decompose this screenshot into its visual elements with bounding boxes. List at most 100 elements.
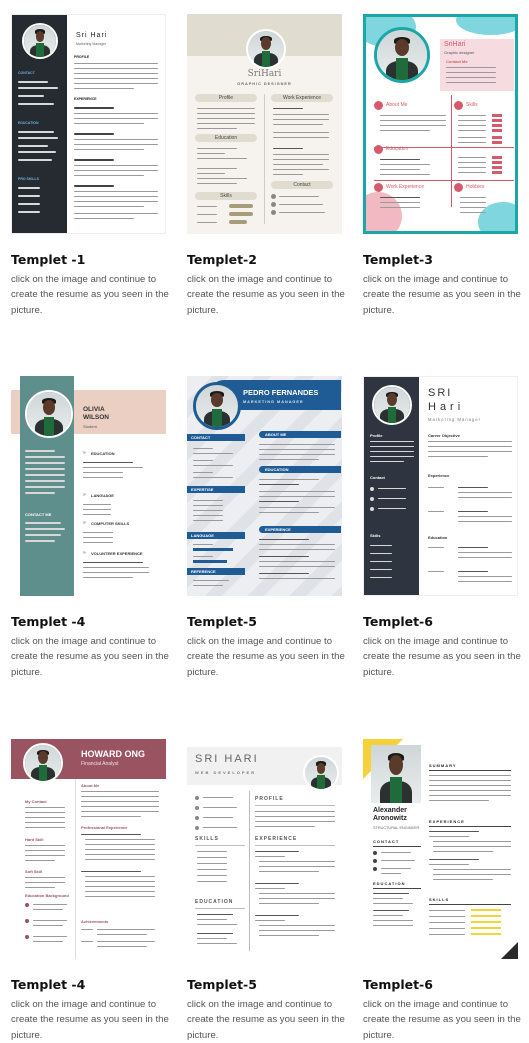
preview-side-heading: Skills [370, 533, 381, 538]
preview-section-heading: PROFILE [255, 796, 284, 802]
preview-side-heading: LANGUAGE [191, 533, 214, 538]
template-4-preview[interactable]: OLIVIA WILSON Student CONTACT ME » EDUCA… [11, 376, 166, 596]
preview-role: Marketing Manager [76, 42, 107, 46]
preview-role: GRAPHIC DESIGNER [237, 82, 292, 86]
preview-section-heading: EDUCATION [265, 467, 289, 472]
preview-first-name: SRI [428, 387, 453, 399]
preview-side-heading: Education Background [25, 893, 69, 898]
template-title: Templet-5 [187, 614, 257, 629]
preview-name: Sri Hari [76, 32, 108, 39]
avatar [303, 755, 339, 791]
preview-side-heading: EDUCATION [18, 121, 39, 125]
preview-section-heading: Work Experience [386, 184, 424, 190]
preview-section-heading: EDUCATION [91, 451, 115, 456]
preview-side-heading: Profile [370, 433, 383, 438]
template-description: click on the image and continue to creat… [187, 999, 345, 1041]
template-title: Templet-2 [187, 252, 257, 267]
avatar [25, 390, 73, 438]
preview-section-heading: Contact [293, 182, 311, 188]
preview-section-heading: SKILLS [429, 897, 450, 902]
preview-section-heading: Achievements [81, 919, 109, 924]
preview-section-heading: About Me [81, 783, 100, 788]
preview-section-heading: SUMMARY [429, 763, 457, 768]
preview-role: MARKETING MANAGER [243, 400, 304, 404]
preview-section-heading: Education [386, 146, 409, 152]
preview-section-heading: Contact Me [446, 59, 468, 64]
preview-section-heading: Professional Experience [81, 825, 128, 830]
preview-last-name: Hari [428, 401, 465, 413]
preview-side-heading: EXPERTISE [191, 487, 214, 492]
template-title: Templet -4 [11, 977, 86, 992]
preview-side-heading: PRO SKILLS [18, 177, 40, 181]
chevron-right-icon: » [83, 450, 86, 456]
preview-section-heading: EXPERIENCE [265, 527, 291, 532]
preview-side-heading: EDUCATION [373, 881, 406, 886]
template-description: click on the image and continue to creat… [363, 999, 521, 1041]
template-3-preview[interactable]: SriHari Graphic designer Contact Me Abou… [363, 14, 518, 234]
preview-role: Marketing Manager [428, 417, 482, 422]
preview-side-heading: REFERENCE [191, 569, 216, 574]
preview-side-heading: Hard Skill [25, 837, 44, 842]
preview-role: Student [83, 424, 97, 429]
preview-section-heading: About Me [386, 102, 408, 108]
avatar [22, 23, 58, 59]
template-title: Templet -1 [11, 252, 86, 267]
preview-side-heading: Contact [370, 475, 385, 480]
template-title: Templet-6 [363, 614, 433, 629]
chevron-right-icon: » [83, 520, 86, 526]
preview-role: Financial Analyst [81, 761, 119, 767]
preview-role: STRUCTURAL ENGINEER [373, 826, 420, 830]
template-description: click on the image and continue to creat… [187, 636, 345, 678]
template-9-preview[interactable]: Alexander Aronowitz STRUCTURAL ENGINEER … [363, 739, 518, 959]
preview-section-heading: EXPERIENCE [74, 97, 97, 101]
preview-side-heading: My Contact [25, 799, 47, 804]
preview-section-heading: EXPERIENCE [429, 819, 465, 824]
preview-name: PEDRO FERNANDES [243, 388, 319, 397]
template-6-preview[interactable]: SRI Hari Marketing Manager Profile Conta… [363, 376, 518, 596]
preview-section-heading: VOLUNTEER EXPERIENCE [91, 551, 143, 556]
chevron-right-icon: » [83, 492, 86, 498]
avatar [23, 743, 63, 783]
preview-side-heading: Soft Skill [25, 869, 43, 874]
preview-name: HOWARD ONG [81, 749, 145, 759]
preview-section-heading: Education [214, 135, 238, 141]
preview-name: SRI HARI [195, 753, 259, 765]
template-description: click on the image and continue to creat… [363, 274, 521, 316]
preview-name: SriHari [444, 41, 466, 48]
template-7-preview[interactable]: HOWARD ONG Financial Analyst My Contact … [11, 739, 166, 959]
avatar [372, 385, 412, 425]
avatar [193, 382, 241, 430]
preview-section-heading: PROFILE [74, 55, 90, 59]
template-5-preview[interactable]: PEDRO FERNANDES MARKETING MANAGER CONTAC… [187, 376, 342, 596]
preview-side-heading: CONTACT [18, 71, 35, 75]
template-title: Templet-5 [187, 977, 257, 992]
preview-section-heading: EXPERIENCE [255, 836, 298, 842]
template-description: click on the image and continue to creat… [11, 636, 169, 678]
template-8-preview[interactable]: SRI HARI WEB DEVELOPER SKILLS EDUCATION … [187, 739, 342, 959]
preview-last-name: WILSON [83, 414, 109, 421]
preview-role: Graphic designer [444, 50, 475, 55]
preview-first-name: Alexander [373, 807, 407, 814]
template-title: Templet-3 [363, 252, 433, 267]
preview-side-heading: SKILLS [195, 836, 219, 842]
template-2-preview[interactable]: SriHari GRAPHIC DESIGNER Profile Work Ex… [187, 14, 342, 234]
template-description: click on the image and continue to creat… [187, 274, 345, 316]
preview-section-heading: Work Experience [283, 95, 321, 101]
template-description: click on the image and continue to creat… [363, 636, 521, 678]
preview-section-heading: COMPUTER SKILLS [91, 521, 130, 526]
preview-section-heading: Skills [466, 102, 478, 108]
template-title: Templet-6 [363, 977, 433, 992]
preview-name: SriHari [247, 69, 282, 79]
preview-first-name: OLIVIA [83, 406, 105, 413]
avatar [246, 29, 286, 69]
avatar [371, 745, 421, 803]
chevron-right-icon: » [83, 550, 86, 556]
preview-section-heading: Education [428, 535, 448, 540]
preview-section-heading: Career Objective [428, 433, 460, 438]
preview-section-heading: Profile [218, 95, 234, 101]
template-description: click on the image and continue to creat… [11, 999, 169, 1041]
template-1-preview[interactable]: Sri Hari Marketing Manager CONTACT EDUCA… [11, 14, 166, 234]
preview-side-heading: CONTACT [191, 435, 211, 440]
avatar [374, 27, 430, 83]
preview-side-heading: CONTACT ME [25, 512, 52, 517]
